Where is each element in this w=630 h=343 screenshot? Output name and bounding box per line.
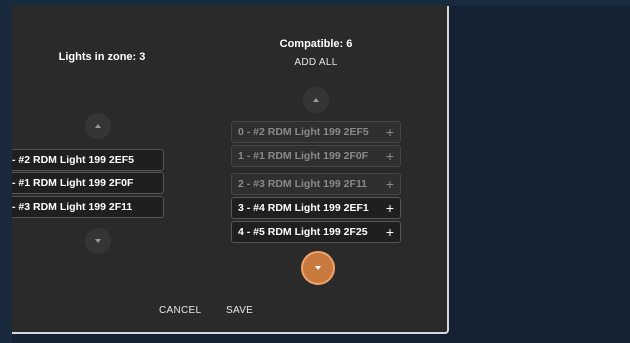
compatible-light-item[interactable]: 1 - #1 RDM Light 199 2F0F + xyxy=(231,145,401,167)
compatible-light-label: 0 - #2 RDM Light 199 2EF5 xyxy=(238,126,369,138)
zone-light-label: - #2 RDM Light 199 2EF5 xyxy=(12,154,134,166)
chevron-up-icon xyxy=(95,124,101,128)
plus-icon[interactable]: + xyxy=(386,177,394,191)
plus-icon[interactable]: + xyxy=(386,149,394,163)
compatible-light-label: 4 - #5 RDM Light 199 2F25 xyxy=(238,226,368,238)
right-scroll-down-button[interactable] xyxy=(301,251,335,285)
compatible-title: Compatible: 6 xyxy=(279,38,353,50)
compatible-light-label: 1 - #1 RDM Light 199 2F0F xyxy=(238,150,369,162)
cancel-button[interactable]: CANCEL xyxy=(159,305,201,316)
plus-icon[interactable]: + xyxy=(386,225,394,239)
zone-light-item[interactable]: - #1 RDM Light 199 2F0F xyxy=(12,172,164,194)
right-scroll-up-button[interactable] xyxy=(303,87,329,113)
plus-icon[interactable]: + xyxy=(386,201,394,215)
save-button[interactable]: SAVE xyxy=(226,305,253,316)
zone-light-item[interactable]: - #3 RDM Light 199 2F11 xyxy=(12,196,164,218)
zone-light-label: - #3 RDM Light 199 2F11 xyxy=(12,201,133,213)
zone-light-label: - #1 RDM Light 199 2F0F xyxy=(12,177,134,189)
compatible-light-item[interactable]: 2 - #3 RDM Light 199 2F11 + xyxy=(231,173,401,195)
compatible-light-item[interactable]: 4 - #5 RDM Light 199 2F25 + xyxy=(231,221,401,243)
chevron-down-icon xyxy=(95,239,101,243)
left-scroll-up-button[interactable] xyxy=(85,113,111,139)
chevron-up-icon xyxy=(313,98,319,102)
chevron-down-icon xyxy=(315,266,321,270)
plus-icon[interactable]: + xyxy=(386,125,394,139)
compatible-light-item[interactable]: 3 - #4 RDM Light 199 2EF1 + xyxy=(231,197,401,219)
compatible-light-label: 3 - #4 RDM Light 199 2EF1 xyxy=(238,202,369,214)
lights-in-zone-title: Lights in zone: 3 xyxy=(58,51,146,63)
compatible-light-item[interactable]: 0 - #2 RDM Light 199 2EF5 + xyxy=(231,121,401,143)
add-all-button[interactable]: ADD ALL xyxy=(286,57,346,68)
zone-lights-dialog: Lights in zone: 3 - #2 RDM Light 199 2EF… xyxy=(12,6,449,334)
zone-light-item[interactable]: - #2 RDM Light 199 2EF5 xyxy=(12,149,164,171)
background-strip-left xyxy=(0,0,12,343)
left-scroll-down-button[interactable] xyxy=(85,228,111,254)
compatible-light-label: 2 - #3 RDM Light 199 2F11 xyxy=(238,178,367,190)
